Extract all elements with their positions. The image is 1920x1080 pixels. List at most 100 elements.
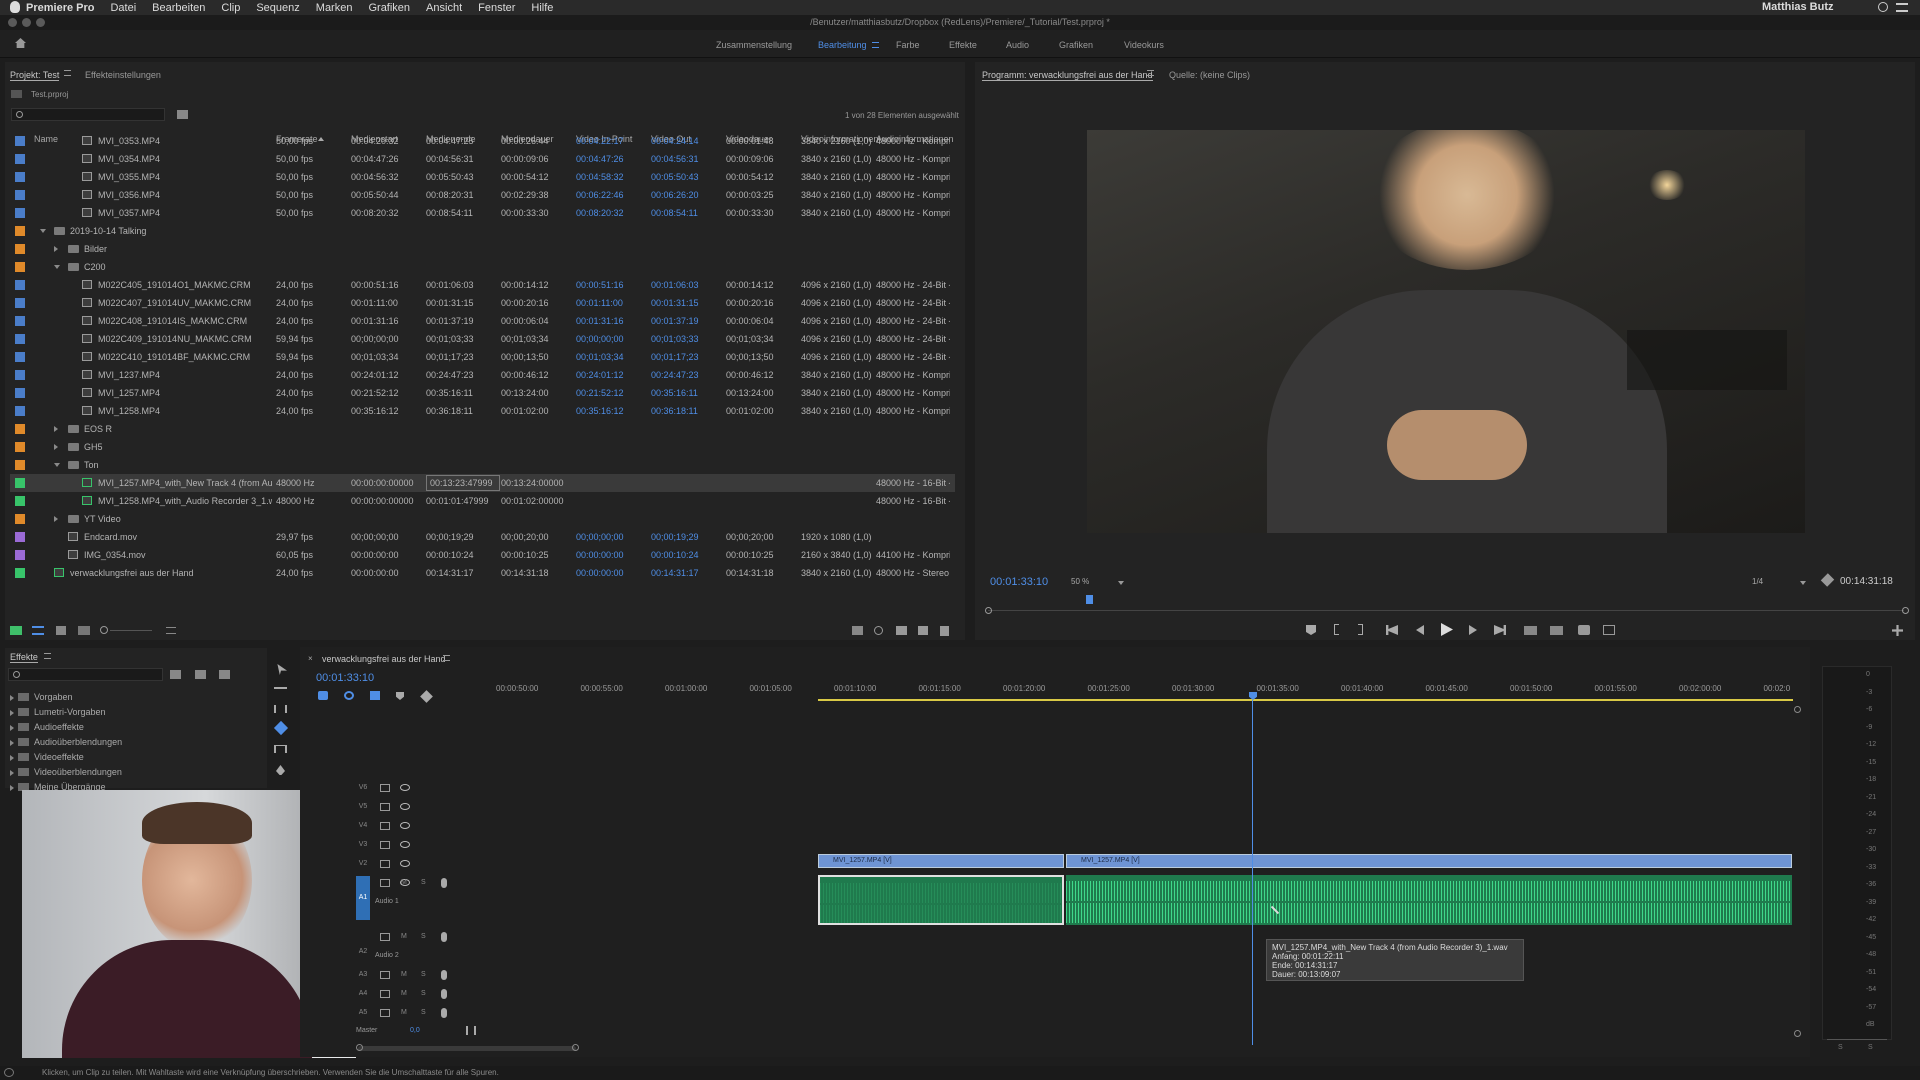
panel-menu-icon[interactable] (44, 653, 51, 659)
project-item[interactable]: Endcard.mov 29,97 fps 00;00;00;00 00;00;19;… (10, 528, 955, 546)
vertical-scroll-handle[interactable] (1794, 1030, 1801, 1037)
project-item[interactable]: MVI_0356.MP4 50,00 fps 00:05:50:44 00:08:20… (10, 186, 955, 204)
chevron-down-icon[interactable] (1118, 581, 1124, 585)
ripple-edit-tool-icon[interactable] (274, 705, 287, 713)
slip-tool-icon[interactable] (274, 745, 287, 753)
eye-icon[interactable] (400, 803, 410, 810)
icon-view-icon[interactable] (56, 626, 66, 635)
label-color-swatch[interactable] (15, 424, 25, 434)
toggle-sync-lock-icon[interactable] (380, 1009, 390, 1017)
mark-in-icon[interactable] (1334, 624, 1339, 635)
disclosure-closed-icon[interactable] (54, 516, 58, 522)
disclosure-closed-icon[interactable] (10, 725, 14, 731)
workspace-tab-zusammenstellung[interactable]: Zusammenstellung (716, 40, 792, 50)
minimize-window-icon[interactable] (22, 18, 31, 27)
microphone-icon[interactable] (441, 1008, 447, 1018)
workspace-tab-videokurs[interactable]: Videokurs (1124, 40, 1164, 50)
sort-icons-icon[interactable] (166, 627, 176, 634)
program-scrub-bar[interactable] (988, 610, 1904, 611)
disclosure-closed-icon[interactable] (10, 740, 14, 746)
label-color-swatch[interactable] (15, 136, 25, 146)
clip-a1-right[interactable] (1066, 875, 1792, 925)
label-color-swatch[interactable] (15, 478, 25, 488)
scroll-end-handle[interactable] (572, 1044, 579, 1051)
meter-solo-left[interactable]: S (1838, 1044, 1843, 1051)
label-color-swatch[interactable] (15, 298, 25, 308)
app-menu[interactable]: Premiere Pro (26, 2, 94, 14)
scrub-start-handle[interactable] (985, 607, 992, 614)
disclosure-closed-icon[interactable] (10, 710, 14, 716)
solo-button[interactable]: S (421, 990, 426, 997)
go-to-end-icon[interactable] (466, 1026, 476, 1035)
microphone-icon[interactable] (441, 878, 447, 888)
32bit-effects-icon[interactable] (195, 670, 206, 679)
mute-button[interactable]: M (401, 933, 407, 940)
tab-effect-settings[interactable]: Effekteinstellungen (85, 70, 161, 80)
timeline-playhead-line[interactable] (1252, 700, 1253, 1045)
label-color-swatch[interactable] (15, 388, 25, 398)
solo-button[interactable]: S (421, 971, 426, 978)
label-color-swatch[interactable] (15, 226, 25, 236)
toggle-sync-lock-icon[interactable] (380, 784, 390, 792)
mute-button[interactable]: M (401, 879, 407, 886)
scrub-end-handle[interactable] (1902, 607, 1909, 614)
menu-clip[interactable]: Clip (221, 2, 240, 14)
timeline-horizontal-scrollbar[interactable] (358, 1046, 576, 1051)
track-target-v4[interactable]: V4 (356, 820, 370, 832)
clip-v1-right[interactable]: MVI_1257.MP4 [V] (1066, 854, 1792, 868)
label-color-swatch[interactable] (15, 190, 25, 200)
menu-fenster[interactable]: Fenster (478, 2, 515, 14)
project-item[interactable]: MVI_0355.MP4 50,00 fps 00:04:56:32 00:05:50… (10, 168, 955, 186)
program-video-frame[interactable] (1087, 130, 1805, 533)
toggle-sync-lock-icon[interactable] (380, 822, 390, 830)
microphone-icon[interactable] (441, 932, 447, 942)
disclosure-closed-icon[interactable] (10, 695, 14, 701)
panel-menu-icon[interactable] (1147, 70, 1154, 76)
new-bin-icon[interactable] (177, 110, 188, 119)
microphone-icon[interactable] (441, 989, 447, 999)
effects-category[interactable]: Lumetri-Vorgaben (10, 707, 106, 721)
close-window-icon[interactable] (8, 18, 17, 27)
track-select-tool-icon[interactable] (274, 687, 287, 693)
toggle-sync-lock-icon[interactable] (380, 971, 390, 979)
project-item[interactable]: IMG_0354.mov 60,05 fps 00:00:00:00 00:00:10… (10, 546, 955, 564)
sequence-timecode[interactable]: 00:01:33:10 (316, 672, 374, 684)
search-icon[interactable] (1878, 2, 1888, 12)
chevron-down-icon[interactable] (1800, 581, 1806, 585)
home-icon[interactable] (15, 38, 26, 48)
project-item[interactable]: MVI_1237.MP4 24,00 fps 00:24:01:12 00:24:47… (10, 366, 955, 384)
disclosure-closed-icon[interactable] (10, 770, 14, 776)
toggle-sync-lock-icon[interactable] (380, 990, 390, 998)
work-area-bar[interactable] (818, 699, 1793, 701)
extract-icon[interactable] (1550, 626, 1563, 635)
yuv-effects-icon[interactable] (219, 670, 230, 679)
menu-marken[interactable]: Marken (316, 2, 353, 14)
toggle-sync-lock-icon[interactable] (380, 841, 390, 849)
zoom-slider-handle[interactable] (100, 626, 108, 634)
program-playhead[interactable] (1086, 595, 1093, 604)
project-item[interactable]: MVI_1257.MP4 24,00 fps 00:21:52:12 00:35:16… (10, 384, 955, 402)
project-item[interactable]: MVI_0357.MP4 50,00 fps 00:08:20:32 00:08:54… (10, 204, 955, 222)
workspace-menu-icon[interactable] (872, 42, 879, 48)
track-target-a3[interactable]: A3 (356, 968, 370, 982)
nest-toggle-icon[interactable] (318, 691, 328, 700)
mute-button[interactable]: M (401, 990, 407, 997)
project-item[interactable]: MVI_0353.MP4 50,00 fps 00:04:20:32 00:04:47… (10, 132, 955, 150)
panel-menu-icon[interactable] (64, 70, 71, 76)
pen-tool-icon[interactable] (276, 765, 285, 775)
eye-icon[interactable] (400, 860, 410, 867)
menu-ansicht[interactable]: Ansicht (426, 2, 462, 14)
label-color-swatch[interactable] (15, 316, 25, 326)
label-color-swatch[interactable] (15, 244, 25, 254)
freeform-view-icon[interactable] (78, 626, 90, 635)
project-item[interactable]: MVI_1257.MP4_with_New Track 4 (from Au 48… (10, 474, 955, 492)
toggle-sync-lock-icon[interactable] (380, 879, 390, 887)
eye-icon[interactable] (400, 784, 410, 791)
toggle-sync-lock-icon[interactable] (380, 860, 390, 868)
project-bin[interactable]: YT Video (10, 510, 955, 528)
label-color-swatch[interactable] (15, 172, 25, 182)
effects-category[interactable]: Audioeffekte (10, 722, 84, 736)
project-item[interactable]: M022C405_191014O1_MAKMC.CRM 24,00 fps 00:0… (10, 276, 955, 294)
project-item[interactable]: M022C408_191014IS_MAKMC.CRM 24,00 fps 00:0… (10, 312, 955, 330)
label-color-swatch[interactable] (15, 208, 25, 218)
